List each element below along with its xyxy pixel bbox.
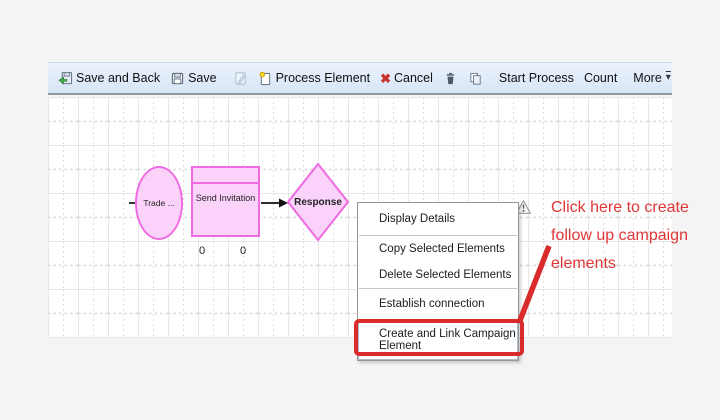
annotation-text: Click here to create follow up campaign … bbox=[551, 194, 711, 278]
menu-item-label: Display Details bbox=[379, 213, 456, 225]
start-process-label: Start Process bbox=[498, 71, 574, 85]
delete-button[interactable] bbox=[438, 69, 463, 88]
menu-item-label: Copy Selected Elements bbox=[379, 243, 505, 255]
save-back-icon bbox=[58, 71, 73, 84]
save-and-back-label: Save and Back bbox=[76, 71, 161, 85]
start-node-label: Trade ... bbox=[143, 198, 175, 208]
save-icon bbox=[171, 72, 184, 84]
save-and-back-button[interactable]: Save and Back bbox=[53, 69, 165, 88]
step-node-send-invitation[interactable]: Send Invitation bbox=[191, 166, 260, 237]
menu-item-establish-connection[interactable]: Establish connection bbox=[358, 289, 518, 319]
annotation-line: elements bbox=[551, 255, 616, 272]
highlight-box bbox=[354, 319, 524, 356]
menu-item-delete-selected[interactable]: Delete Selected Elements bbox=[358, 262, 518, 288]
process-element-button[interactable]: Process Element bbox=[253, 69, 375, 88]
edit-button-disabled bbox=[228, 69, 253, 88]
save-button[interactable]: Save bbox=[165, 69, 222, 88]
campaign-process-designer: Save and Back Save Process Element ✖ Can… bbox=[0, 0, 720, 420]
node-counter-left: 0 bbox=[199, 245, 206, 257]
node-header-band bbox=[193, 168, 258, 184]
toolbar: Save and Back Save Process Element ✖ Can… bbox=[48, 62, 672, 95]
annotation-line: Click here to create bbox=[551, 199, 689, 216]
count-label: Count bbox=[583, 71, 618, 85]
decision-node-label: Response bbox=[294, 197, 342, 208]
cancel-label: Cancel bbox=[393, 71, 433, 85]
new-element-icon bbox=[259, 71, 270, 85]
menu-item-label: Establish connection bbox=[379, 298, 485, 310]
step-node-label: Send Invitation bbox=[195, 193, 256, 203]
annotation-line: follow up campaign bbox=[551, 227, 688, 244]
chevron-down-icon: ▾ bbox=[665, 72, 671, 83]
start-node-trade[interactable]: Trade ... bbox=[135, 166, 183, 240]
decision-node-response[interactable]: Response bbox=[288, 164, 348, 241]
start-process-button[interactable]: Start Process bbox=[494, 69, 579, 87]
save-label: Save bbox=[188, 71, 217, 85]
process-element-label: Process Element bbox=[275, 71, 371, 85]
copy-button[interactable] bbox=[463, 69, 488, 88]
trash-icon bbox=[446, 72, 455, 84]
copy-icon bbox=[470, 72, 481, 85]
more-menu-button[interactable]: More ▾ bbox=[628, 69, 676, 87]
node-counter-right: 0 bbox=[240, 245, 247, 257]
menu-item-label: Delete Selected Elements bbox=[379, 269, 512, 281]
edit-icon bbox=[234, 71, 246, 85]
menu-item-display-details[interactable]: Display Details bbox=[358, 203, 518, 235]
cancel-button[interactable]: ✖ Cancel bbox=[375, 69, 438, 87]
cancel-icon: ✖ bbox=[380, 70, 391, 86]
count-button[interactable]: Count bbox=[579, 69, 622, 87]
menu-item-copy-selected[interactable]: Copy Selected Elements bbox=[358, 236, 518, 262]
more-label: More bbox=[633, 71, 662, 85]
